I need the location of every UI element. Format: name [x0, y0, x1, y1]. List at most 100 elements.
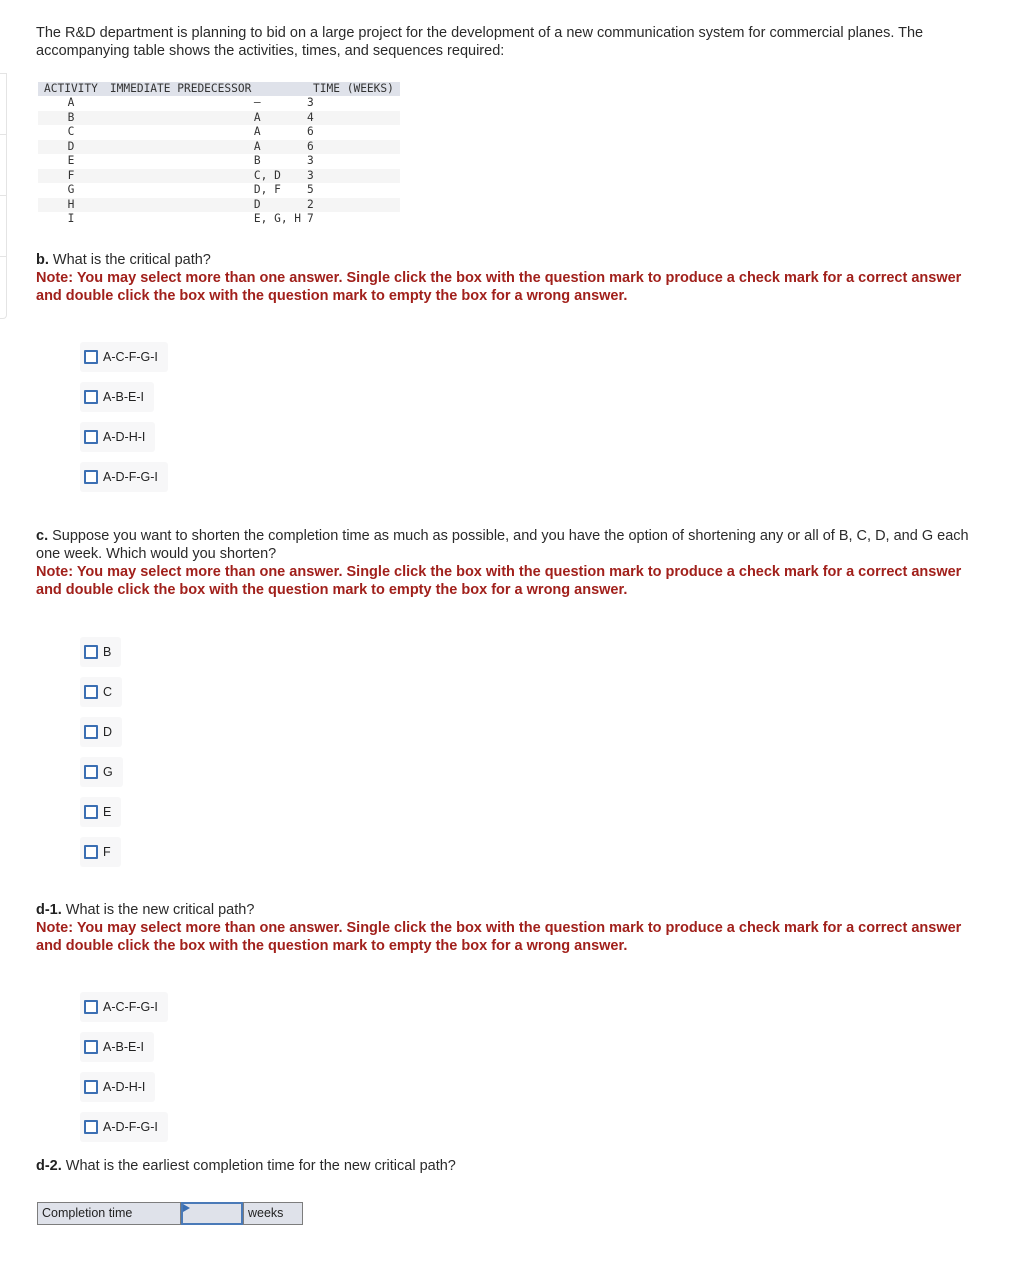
- activity-cell: I: [38, 212, 104, 227]
- side-panel: [0, 73, 7, 319]
- checkbox-icon[interactable]: [84, 805, 98, 819]
- activity-cell: E: [38, 154, 104, 169]
- answer-option-label: C: [103, 685, 113, 699]
- activity-cell: H: [38, 197, 104, 212]
- checkbox-icon[interactable]: [84, 1000, 98, 1014]
- answer-option[interactable]: A-D-H-I: [80, 422, 156, 452]
- time-cell: 3: [307, 154, 400, 169]
- table-header-row: ACTIVITY IMMEDIATE PREDECESSOR TIME (WEE…: [38, 82, 400, 96]
- answer-option[interactable]: C: [80, 677, 123, 707]
- table-row: DA6: [38, 139, 400, 154]
- checkbox-icon[interactable]: [84, 1120, 98, 1134]
- predecessor-cell: B: [103, 154, 308, 169]
- answer-option-label: A-C-F-G-I: [103, 350, 158, 364]
- answer-option[interactable]: E: [80, 797, 122, 827]
- time-cell: 4: [307, 110, 400, 125]
- input-flag-icon: [183, 1204, 190, 1212]
- answer-option-label: G: [103, 765, 113, 779]
- completion-time-input[interactable]: [183, 1204, 241, 1223]
- checkbox-icon[interactable]: [84, 645, 98, 659]
- predecessor-cell: D, F: [103, 183, 308, 198]
- predecessor-cell: D: [103, 197, 308, 212]
- time-cell: 3: [307, 96, 400, 111]
- answer-option[interactable]: A-B-E-I: [80, 1032, 154, 1062]
- header-time: TIME (WEEKS): [307, 82, 400, 96]
- header-predecessor: IMMEDIATE PREDECESSOR: [103, 82, 308, 96]
- question-d1-note: Note: You may select more than one answe…: [36, 920, 962, 954]
- answer-option-label: E: [103, 805, 112, 819]
- checkbox-icon[interactable]: [84, 725, 98, 739]
- activity-table: ACTIVITY IMMEDIATE PREDECESSOR TIME (WEE…: [38, 82, 400, 227]
- time-cell: 5: [307, 183, 400, 198]
- checkbox-icon[interactable]: [84, 685, 98, 699]
- answer-option-label: A-B-E-I: [103, 1040, 144, 1054]
- question-d1-label: d-1.: [36, 902, 62, 918]
- completion-time-label: Completion time: [38, 1203, 181, 1224]
- checkbox-icon[interactable]: [84, 470, 98, 484]
- side-divider: [0, 195, 6, 196]
- answer-option[interactable]: A-D-F-G-I: [80, 1112, 168, 1142]
- table-row: HD2: [38, 197, 400, 212]
- completion-time-field[interactable]: [181, 1202, 243, 1225]
- checkbox-icon[interactable]: [84, 350, 98, 364]
- question-c: c. Suppose you want to shorten the compl…: [36, 527, 976, 599]
- answer-option[interactable]: B: [80, 637, 122, 667]
- answer-option[interactable]: A-D-F-G-I: [80, 462, 168, 492]
- activity-cell: B: [38, 110, 104, 125]
- checkbox-icon[interactable]: [84, 845, 98, 859]
- answer-option[interactable]: A-C-F-G-I: [80, 992, 168, 1022]
- question-c-note: Note: You may select more than one answe…: [36, 564, 962, 598]
- answer-option-label: F: [103, 845, 111, 859]
- question-b-note: Note: You may select more than one answe…: [36, 270, 962, 304]
- question-d2-label: d-2.: [36, 1158, 62, 1174]
- question-c-label: c.: [36, 528, 49, 544]
- question-d1: d-1. What is the new critical path? Note…: [36, 901, 976, 955]
- answer-option-label: D: [103, 725, 113, 739]
- activity-cell: G: [38, 183, 104, 198]
- answer-option[interactable]: F: [80, 837, 121, 867]
- question-b-text: What is the critical path?: [48, 252, 211, 268]
- question-d2-text: What is the earliest completion time for…: [61, 1158, 456, 1174]
- checkbox-icon[interactable]: [84, 1080, 98, 1094]
- answer-option[interactable]: D: [80, 717, 123, 747]
- answer-option-label: A-D-H-I: [103, 430, 146, 444]
- table-row: CA6: [38, 125, 400, 140]
- answer-option[interactable]: A-C-F-G-I: [80, 342, 168, 372]
- completion-time-row: Completion time weeks: [37, 1202, 303, 1225]
- side-divider: [0, 134, 6, 135]
- time-cell: 6: [307, 125, 400, 140]
- table-row: I E, G, H7: [38, 212, 400, 227]
- answer-option[interactable]: G: [80, 757, 123, 787]
- answer-option[interactable]: A-D-H-I: [80, 1072, 156, 1102]
- predecessor-cell: A: [103, 139, 308, 154]
- question-c-text: Suppose you want to shorten the completi…: [36, 528, 969, 562]
- table-row: EB3: [38, 154, 400, 169]
- checkbox-icon[interactable]: [84, 1040, 98, 1054]
- answer-option-label: A-C-F-G-I: [103, 1000, 158, 1014]
- answer-option-label: A-D-H-I: [103, 1080, 146, 1094]
- question-b: b. What is the critical path? Note: You …: [36, 251, 976, 305]
- activity-cell: F: [38, 168, 104, 183]
- table-row: F C, D3: [38, 168, 400, 183]
- checkbox-icon[interactable]: [84, 430, 98, 444]
- answer-option[interactable]: A-B-E-I: [80, 382, 154, 412]
- problem-intro: The R&D department is planning to bid on…: [36, 25, 924, 59]
- table-row: G D, F5: [38, 183, 400, 198]
- answer-option-label: B: [103, 645, 112, 659]
- predecessor-cell: A: [103, 125, 308, 140]
- checkbox-icon[interactable]: [84, 390, 98, 404]
- answer-option-label: A-B-E-I: [103, 390, 144, 404]
- activity-cell: A: [38, 96, 104, 111]
- time-cell: 3: [307, 168, 400, 183]
- checkbox-icon[interactable]: [84, 765, 98, 779]
- header-activity: ACTIVITY: [38, 82, 104, 96]
- answer-option-label: A-D-F-G-I: [103, 470, 158, 484]
- completion-time-unit: weeks: [243, 1203, 302, 1224]
- table-row: BA4: [38, 110, 400, 125]
- activity-cell: C: [38, 125, 104, 140]
- table-row: A —3: [38, 96, 400, 111]
- predecessor-cell: C, D: [103, 168, 308, 183]
- question-d1-text: What is the new critical path?: [61, 902, 255, 918]
- side-divider: [0, 256, 6, 257]
- activity-cell: D: [38, 139, 104, 154]
